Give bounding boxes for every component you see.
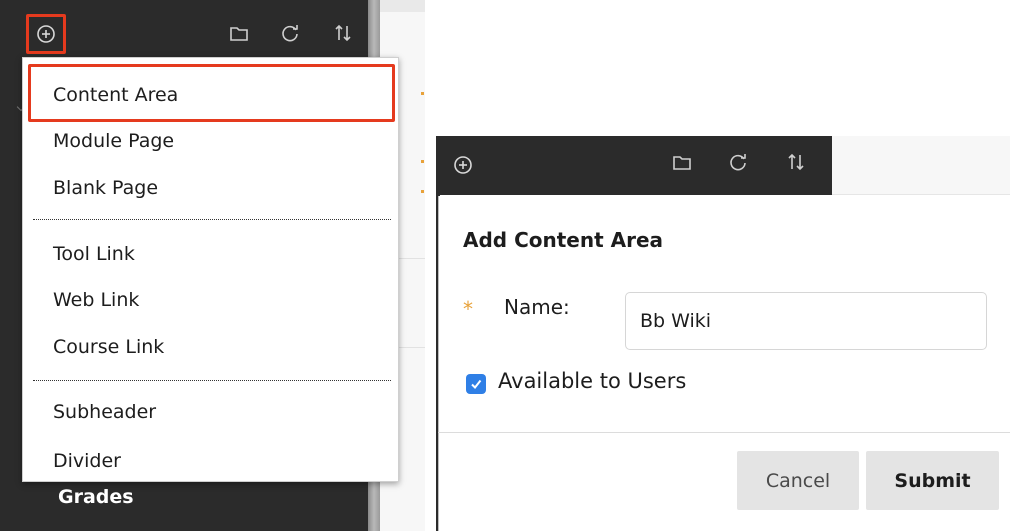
name-label: Name: [504,295,570,319]
cancel-button[interactable]: Cancel [737,451,859,510]
menu-separator [33,380,391,381]
course-menu-toolbar [436,136,832,195]
menu-item-divider[interactable]: Divider [53,450,121,472]
menu-item-content-area[interactable]: Content Area [53,84,178,106]
submit-button[interactable]: Submit [866,451,999,510]
add-menu-item-button[interactable] [26,14,66,54]
checkmark-icon [471,379,482,390]
available-to-users-checkbox[interactable] [466,374,486,394]
sort-icon[interactable] [785,151,807,173]
blank-area [425,0,1010,136]
accent-mark [421,92,424,95]
menu-item-course-link[interactable]: Course Link [53,336,164,358]
add-menu-item-button[interactable] [448,150,478,180]
sidebar-item-grades[interactable]: Grades [58,486,134,508]
refresh-icon[interactable] [279,22,301,44]
content-top-band [380,0,425,12]
folder-icon[interactable] [228,22,250,44]
content-top-band [832,136,1010,195]
menu-item-tool-link[interactable]: Tool Link [53,243,135,265]
folder-icon[interactable] [671,151,693,173]
sort-icon[interactable] [332,22,354,44]
menu-item-module-page[interactable]: Module Page [53,130,174,152]
menu-item-blank-page[interactable]: Blank Page [53,177,158,199]
add-menu-dropdown: Content Area Module Page Blank Page Tool… [22,57,399,482]
required-indicator: * [463,297,473,321]
menu-item-web-link[interactable]: Web Link [53,289,139,311]
dialog-footer-divider [438,432,1010,433]
refresh-icon[interactable] [727,151,749,173]
screenshot-stage: Grades Content Area Module Page Blank Pa… [0,0,1010,531]
add-icon [454,156,472,174]
menu-separator [33,219,391,220]
dialog-title: Add Content Area [463,228,664,252]
available-to-users-label: Available to Users [498,369,687,393]
accent-mark [421,160,424,163]
name-input[interactable] [625,292,987,350]
accent-mark [421,190,424,193]
add-icon [37,25,55,43]
menu-item-subheader[interactable]: Subheader [53,401,156,423]
